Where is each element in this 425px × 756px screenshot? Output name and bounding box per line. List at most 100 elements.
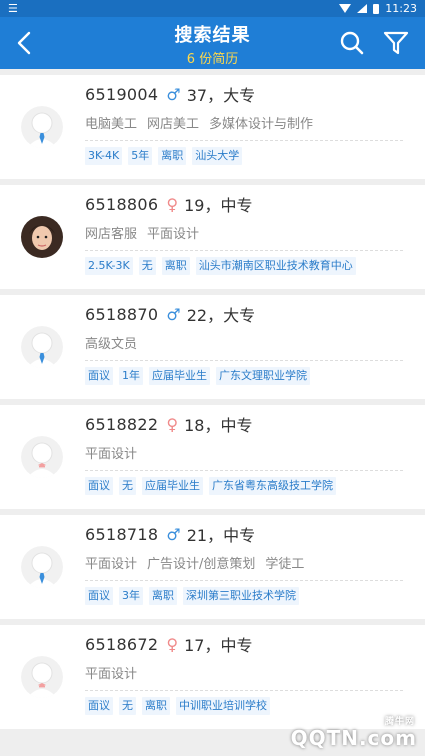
divider bbox=[85, 250, 403, 251]
resume-card-6518718[interactable]: 6518718 ♂ 21，中专 平面设计 广告设计/创意策划 学徒工 面议 3年 离职深… bbox=[0, 515, 425, 619]
status-bar: ☰ 11:23 bbox=[0, 0, 425, 17]
tag-list: 面议 3年 离职 深圳第三职业技术学院 bbox=[85, 587, 403, 605]
resume-tag: 汕头市潮南区职业技术教育中心 bbox=[195, 257, 356, 275]
job-intentions: 网店客服 平面设计 bbox=[85, 222, 403, 242]
job-intention: 广告设计/创意策划 bbox=[147, 556, 256, 572]
age-education: 18，中专 bbox=[184, 416, 253, 435]
resume-tag: 应届毕业生 bbox=[142, 477, 203, 495]
male-icon: ♂ bbox=[166, 84, 181, 104]
avatar bbox=[21, 216, 63, 258]
filter-button[interactable] bbox=[381, 28, 411, 58]
female-icon: ♀ bbox=[166, 634, 179, 654]
job-intentions: 电脑美工 网店美工 多媒体设计与制作 bbox=[85, 112, 403, 132]
male-placeholder-icon bbox=[21, 106, 63, 148]
job-intention: 学徒工 bbox=[265, 556, 305, 572]
filter-icon bbox=[383, 31, 409, 55]
divider bbox=[85, 140, 403, 141]
resume-tag: 中训职业培训学校 bbox=[176, 697, 270, 715]
male-icon: ♂ bbox=[166, 524, 181, 544]
age-education: 17，中专 bbox=[184, 636, 253, 655]
watermark-logo: 腾牛网 QQTN.com bbox=[290, 717, 417, 750]
status-notification-icon: ☰ bbox=[8, 2, 18, 15]
resume-tag: 面议 bbox=[85, 697, 113, 715]
age-education: 22，大专 bbox=[186, 306, 256, 325]
resume-id: 6519004 bbox=[85, 84, 159, 104]
resume-tag: 离职 bbox=[161, 257, 190, 275]
resume-card-6518870[interactable]: 6518870 ♂ 22，大专 高级文员 面议 1年 应届毕业生 广东文理职业学院 bbox=[0, 295, 425, 399]
search-button[interactable] bbox=[337, 28, 367, 58]
resume-tag: 离职 bbox=[158, 147, 187, 165]
resume-card-6518822[interactable]: 6518822 ♀ 18，中专 平面设计 面议无应届毕业生 广东省粤东高级技工学院 bbox=[0, 405, 425, 509]
female-placeholder-icon bbox=[21, 656, 63, 698]
divider bbox=[85, 580, 403, 581]
male-placeholder-icon bbox=[21, 546, 63, 588]
job-intention: 电脑美工 bbox=[85, 116, 138, 132]
job-intention: 平面设计 bbox=[85, 666, 138, 682]
resume-tag: 面议 bbox=[85, 477, 113, 495]
user-photo-icon bbox=[21, 216, 63, 258]
tag-list: 面议无应届毕业生 广东省粤东高级技工学院 bbox=[85, 477, 403, 495]
resume-tag: 广东文理职业学院 bbox=[216, 367, 310, 385]
female-icon: ♀ bbox=[166, 414, 179, 434]
divider bbox=[85, 690, 403, 691]
chevron-left-icon bbox=[17, 31, 31, 55]
status-time: 11:23 bbox=[385, 2, 417, 15]
resume-tag: 2.5K-3K bbox=[85, 257, 133, 275]
job-intention: 高级文员 bbox=[85, 336, 138, 352]
resume-tag: 面议 bbox=[85, 367, 113, 385]
divider bbox=[85, 470, 403, 471]
resume-tag: 深圳第三职业技术学院 bbox=[183, 587, 299, 605]
resume-tag: 应届毕业生 bbox=[149, 367, 210, 385]
tag-list: 2.5K-3K 无离职 汕头市潮南区职业技术教育中心 bbox=[85, 257, 403, 275]
resume-id: 6518822 bbox=[85, 414, 159, 434]
avatar bbox=[21, 106, 63, 148]
resume-tag: 5年 bbox=[128, 147, 153, 165]
resume-tag: 无 bbox=[119, 697, 136, 715]
resume-tag: 广东省粤东高级技工学院 bbox=[209, 477, 336, 495]
job-intention: 平面设计 bbox=[85, 446, 138, 462]
job-intentions: 平面设计 bbox=[85, 662, 403, 682]
job-intentions: 平面设计 bbox=[85, 442, 403, 462]
tag-list: 面议 1年 应届毕业生 广东文理职业学院 bbox=[85, 367, 403, 385]
job-intentions: 高级文员 bbox=[85, 332, 403, 352]
divider bbox=[85, 360, 403, 361]
female-icon: ♀ bbox=[166, 194, 179, 214]
male-icon: ♂ bbox=[166, 304, 181, 324]
resume-tag: 3年 bbox=[119, 587, 143, 605]
resume-tag: 汕头大学 bbox=[192, 147, 243, 165]
job-intentions: 平面设计 广告设计/创意策划 学徒工 bbox=[85, 552, 403, 572]
tag-list: 面议无离职 中训职业培训学校 bbox=[85, 697, 403, 715]
job-intention: 网店客服 bbox=[85, 226, 138, 242]
resume-tag: 离职 bbox=[142, 697, 170, 715]
resume-tag: 面议 bbox=[85, 587, 113, 605]
avatar bbox=[21, 326, 63, 368]
resume-card-6519004[interactable]: 6519004 ♂ 37，大专 电脑美工 网店美工 多媒体设计与制作 3K-4K 5年… bbox=[0, 75, 425, 179]
signal-icon bbox=[357, 4, 368, 13]
resume-card-6518806[interactable]: 6518806 ♀ 19，中专 网店客服 平面设计 2.5K-3K 无离职 汕头市潮南… bbox=[0, 185, 425, 289]
wifi-icon bbox=[339, 4, 352, 13]
job-intention: 多媒体设计与制作 bbox=[209, 116, 314, 132]
avatar bbox=[21, 436, 63, 478]
nav-bar: 搜索结果 6 份简历 bbox=[0, 17, 425, 69]
age-education: 21，中专 bbox=[186, 526, 256, 545]
male-placeholder-icon bbox=[21, 326, 63, 368]
resume-tag: 离职 bbox=[149, 587, 177, 605]
resume-id: 6518870 bbox=[85, 304, 159, 324]
resume-id: 6518672 bbox=[85, 634, 159, 654]
avatar bbox=[21, 546, 63, 588]
resume-id: 6518806 bbox=[85, 194, 159, 214]
job-intention: 平面设计 bbox=[147, 226, 200, 242]
resume-tag: 无 bbox=[138, 257, 156, 275]
resume-tag: 无 bbox=[119, 477, 136, 495]
back-button[interactable] bbox=[0, 17, 48, 69]
battery-icon bbox=[373, 3, 380, 14]
age-education: 37，大专 bbox=[186, 86, 256, 105]
age-education: 19，中专 bbox=[184, 196, 253, 215]
resume-tag: 3K-4K bbox=[85, 147, 123, 165]
tag-list: 3K-4K 5年 离职 汕头大学 bbox=[85, 147, 403, 165]
avatar bbox=[21, 656, 63, 698]
job-intention: 平面设计 bbox=[85, 556, 138, 572]
female-placeholder-icon bbox=[21, 436, 63, 478]
resume-card-6518672[interactable]: 6518672 ♀ 17，中专 平面设计 面议无离职 中训职业培训学校 bbox=[0, 625, 425, 729]
job-intention: 网店美工 bbox=[147, 116, 200, 132]
